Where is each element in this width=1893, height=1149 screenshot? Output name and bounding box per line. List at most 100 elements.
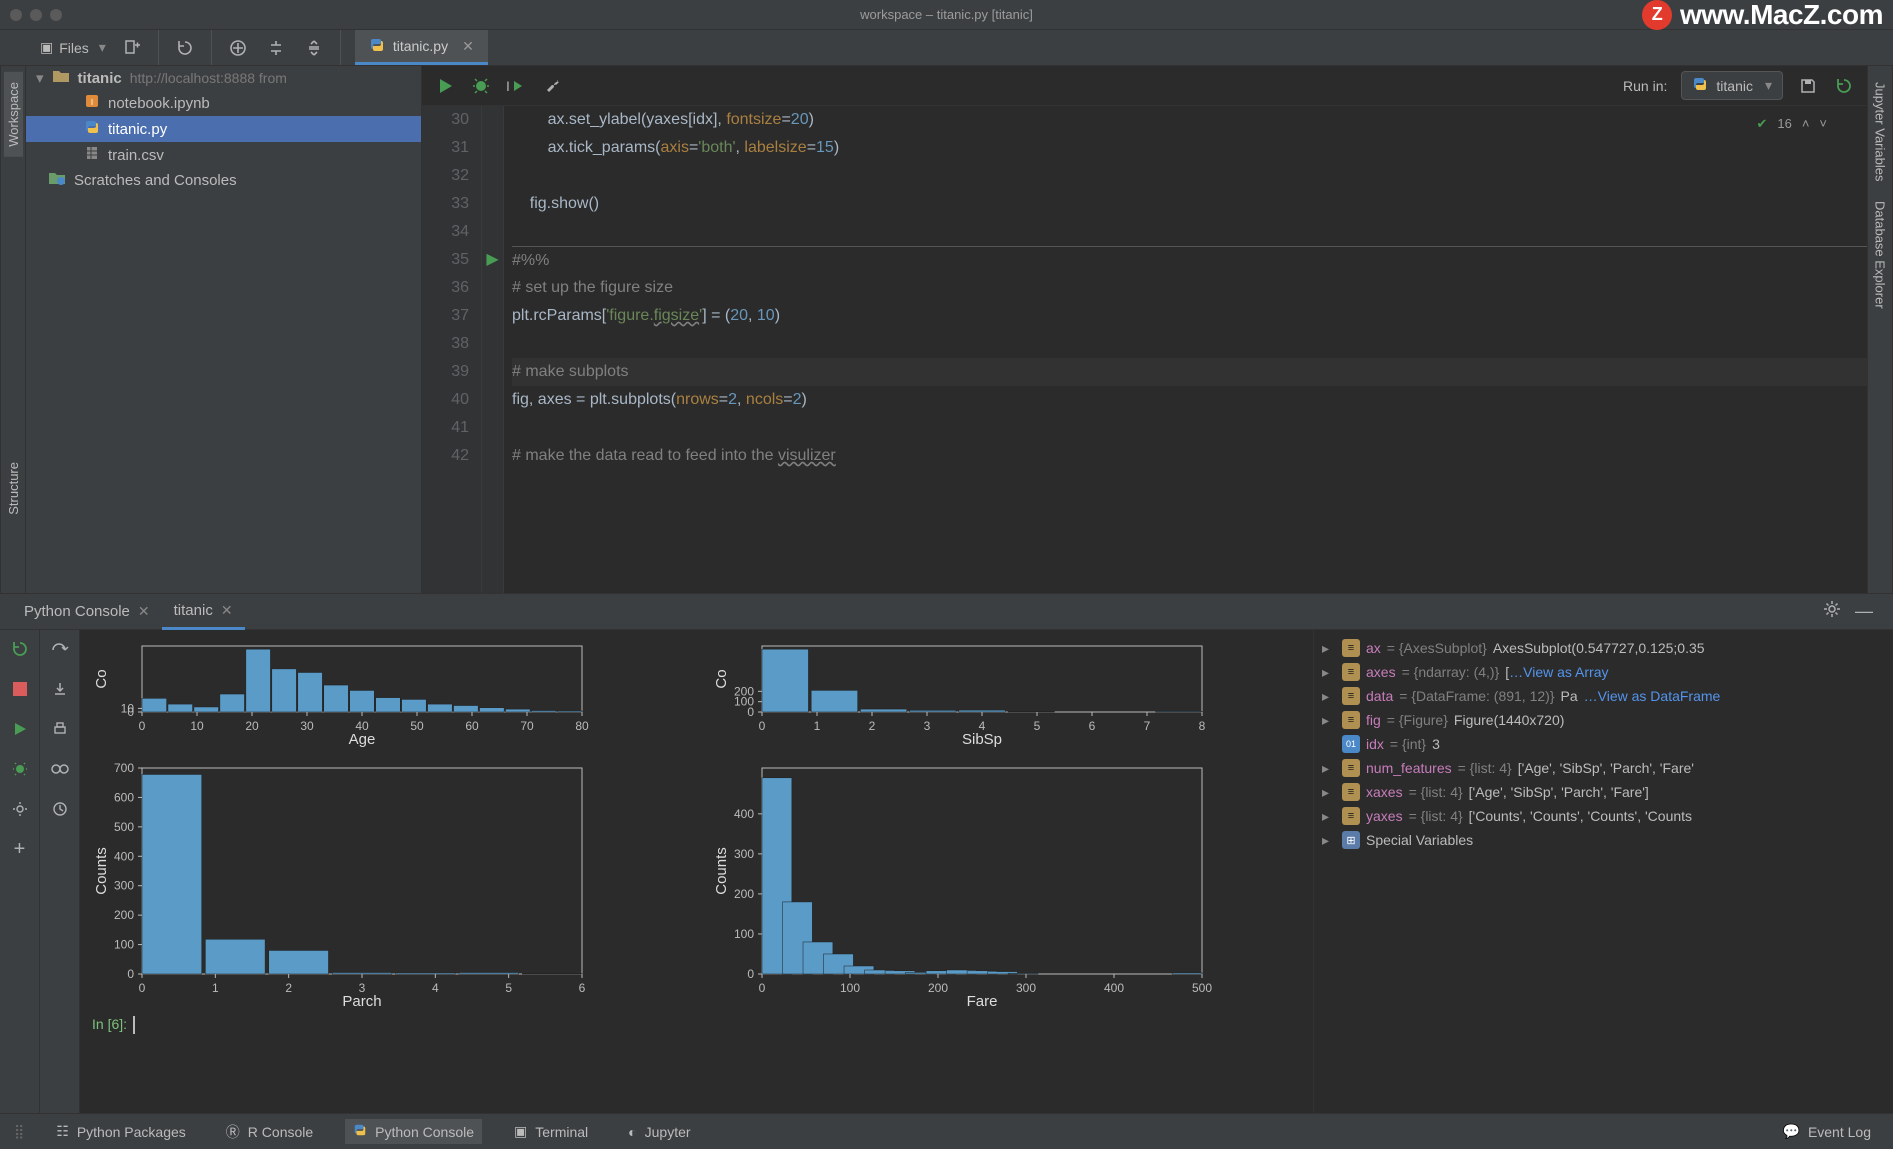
variable-row[interactable]: 01 idx = {int} 3	[1318, 732, 1889, 756]
rerun-button[interactable]	[9, 638, 31, 660]
expand-icon[interactable]	[1322, 664, 1336, 681]
expand-icon[interactable]	[1322, 712, 1336, 729]
left-tool-rail: Workspace Structure	[0, 66, 26, 593]
code: ax.tick_params(	[512, 139, 660, 156]
close-icon[interactable]: ✕	[138, 603, 150, 620]
variable-row[interactable]: ≡ num_features = {list: 4} ['Age', 'SibS…	[1318, 756, 1889, 780]
debug-cell-button[interactable]	[470, 75, 492, 97]
expand-icon[interactable]	[1322, 688, 1336, 705]
gear-icon[interactable]	[1823, 600, 1841, 623]
close-tab-button[interactable]: ✕	[462, 38, 474, 55]
new-file-button[interactable]	[120, 36, 144, 60]
run-cell-gutter-icon[interactable]: ▶	[482, 246, 503, 274]
window-controls[interactable]	[10, 9, 62, 21]
stop-button[interactable]	[9, 678, 31, 700]
step-over-button[interactable]	[49, 638, 71, 660]
files-dropdown[interactable]: ▣ Files	[40, 39, 106, 56]
collapse-button[interactable]	[264, 36, 288, 60]
status-event-log[interactable]: 💬 Event Log	[1775, 1119, 1880, 1144]
jupyter-variables-tool-tab[interactable]: Jupyter Variables	[1871, 72, 1890, 191]
watermark-icon: Z	[1642, 0, 1672, 30]
sidebar-item-label: Scratches and Consoles	[74, 172, 237, 189]
workspace-sidebar: ▾ titanic http://localhost:8888 from I n…	[26, 66, 422, 593]
sidebar-item-titanic[interactable]: titanic.py	[26, 116, 421, 142]
run-cell-button[interactable]	[434, 75, 456, 97]
console-settings-button[interactable]	[9, 798, 31, 820]
status-jupyter[interactable]: ◐ Jupyter	[620, 1120, 698, 1144]
run-to-cursor-button[interactable]: I	[506, 75, 528, 97]
status-r-console[interactable]: Ⓡ R Console	[218, 1118, 321, 1146]
bottom-tool-panel: Python Console ✕ titanic ✕ — +	[0, 593, 1893, 1113]
jupyter-icon: ◐	[628, 1124, 636, 1140]
expand-icon[interactable]	[1322, 784, 1336, 801]
console-action-column-1: +	[0, 630, 40, 1113]
sidebar-item-label: train.csv	[108, 147, 164, 164]
variable-row[interactable]: ≡ fig = {Figure} Figure(1440x720)	[1318, 708, 1889, 732]
status-python-packages[interactable]: ☷ Python Packages	[48, 1119, 194, 1144]
zoom-window-icon[interactable]	[50, 9, 62, 21]
workspace-tool-tab[interactable]: Workspace	[4, 72, 23, 157]
structure-tool-tab[interactable]: Structure	[4, 452, 23, 525]
minimize-panel-button[interactable]: —	[1855, 601, 1873, 622]
console-prompt[interactable]: In [6]:	[92, 1016, 1301, 1034]
variable-name: axes	[1366, 664, 1396, 680]
line-number: 33	[422, 190, 469, 218]
variable-type-icon: ≡	[1342, 711, 1360, 729]
variable-type-icon: ≡	[1342, 663, 1360, 681]
variable-row[interactable]: ≡ ax = {AxesSubplot} AxesSubplot(0.54772…	[1318, 636, 1889, 660]
refresh-button[interactable]	[173, 36, 197, 60]
variable-name: ax	[1366, 640, 1381, 656]
sidebar-scratches[interactable]: Scratches and Consoles	[26, 168, 421, 192]
code: =	[689, 139, 698, 156]
sidebar-root[interactable]: ▾ titanic http://localhost:8888 from	[26, 66, 421, 90]
variable-row[interactable]: ≡ data = {DataFrame: (891, 12)} Pa…View …	[1318, 684, 1889, 708]
tab-titanic-console[interactable]: titanic ✕	[162, 594, 245, 630]
histogram-sibsp: 0123456780100200 SibSp Co	[712, 638, 1302, 748]
add-console-button[interactable]: +	[9, 838, 31, 860]
expand-button[interactable]	[302, 36, 326, 60]
restart-kernel-button[interactable]	[1833, 75, 1855, 97]
sidebar-item-train[interactable]: train.csv	[26, 142, 421, 168]
svg-text:I: I	[506, 78, 510, 94]
variable-row[interactable]: ≡ yaxes = {list: 4} ['Counts', 'Counts',…	[1318, 804, 1889, 828]
save-button[interactable]	[1797, 75, 1819, 97]
code: )	[809, 111, 814, 128]
kernel-selector[interactable]: titanic	[1681, 71, 1783, 100]
close-icon[interactable]: ✕	[221, 602, 233, 619]
download-button[interactable]	[49, 678, 71, 700]
print-button[interactable]	[49, 718, 71, 740]
code-editor[interactable]: ✔ 16 ˄ ˅ 30 31 32 33 34 35 36 37 38 39 4…	[422, 106, 1867, 593]
editor-area: I Run in: titanic	[422, 66, 1867, 593]
variable-row[interactable]: ≡ xaxes = {list: 4} ['Age', 'SibSp', 'Pa…	[1318, 780, 1889, 804]
expand-icon[interactable]	[1322, 832, 1336, 849]
run-button[interactable]	[9, 718, 31, 740]
variable-value: […View as Array	[1505, 664, 1608, 680]
variable-row[interactable]: ≡ axes = {ndarray: (4,)} […View as Array	[1318, 660, 1889, 684]
code: 'figure.	[606, 307, 654, 324]
variable-type: = {list: 4}	[1409, 808, 1463, 824]
view-circle-button[interactable]	[226, 36, 250, 60]
debug-button[interactable]	[9, 758, 31, 780]
tab-python-console[interactable]: Python Console ✕	[12, 595, 162, 628]
code: ,	[748, 307, 757, 324]
console-output[interactable]: 01020304050607080010 Age Co 012345678010…	[80, 630, 1313, 1113]
status-python-console[interactable]: Python Console	[345, 1119, 482, 1144]
history-button[interactable]	[49, 798, 71, 820]
expand-icon[interactable]	[1322, 760, 1336, 777]
status-terminal[interactable]: ▣ Terminal	[506, 1119, 596, 1144]
close-window-icon[interactable]	[10, 9, 22, 21]
minimize-window-icon[interactable]	[30, 9, 42, 21]
editor-tab-titanic[interactable]: titanic.py ✕	[355, 30, 488, 65]
sidebar-item-notebook[interactable]: I notebook.ipynb	[26, 90, 421, 116]
expand-arrow-icon[interactable]: ▾	[36, 69, 44, 87]
view-as-link[interactable]: …View as Array	[1509, 664, 1608, 680]
settings-button[interactable]	[542, 75, 564, 97]
special-variables-row[interactable]: ⊞ Special Variables	[1318, 828, 1889, 852]
database-explorer-tool-tab[interactable]: Database Explorer	[1871, 191, 1890, 319]
view-as-link[interactable]: …View as DataFrame	[1584, 688, 1721, 704]
expand-icon[interactable]	[1322, 640, 1336, 657]
svg-text:8: 8	[1198, 719, 1205, 733]
expand-icon[interactable]	[1322, 808, 1336, 825]
terminal-icon: ▣	[514, 1123, 527, 1140]
inspect-button[interactable]	[49, 758, 71, 780]
